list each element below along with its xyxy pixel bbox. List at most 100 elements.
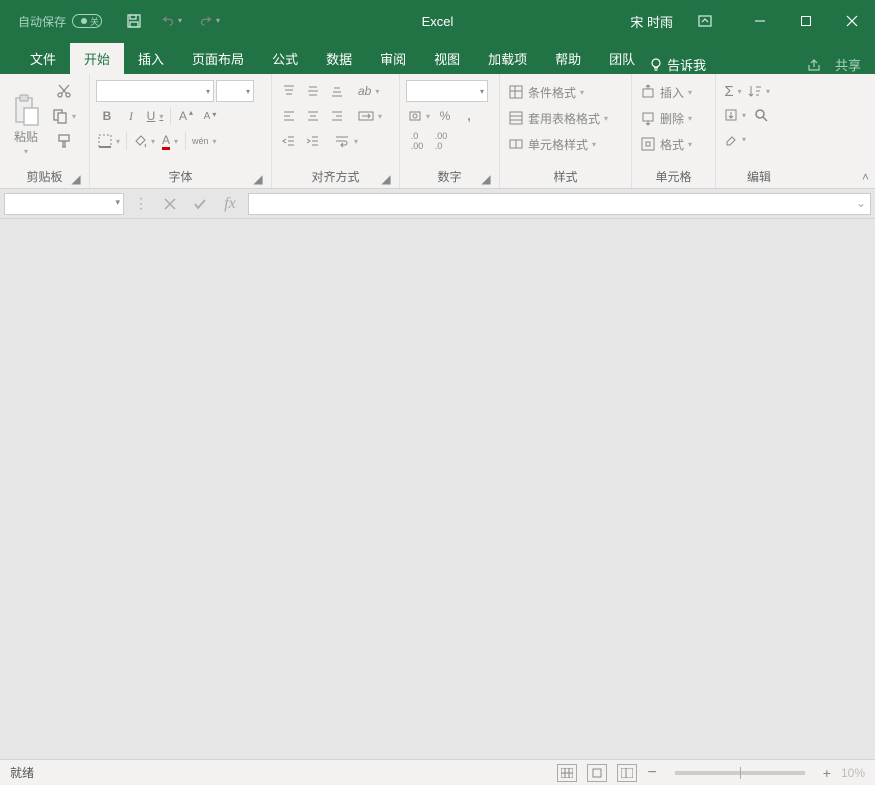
insert-function-button[interactable]: fx [218, 193, 242, 215]
decrease-indent-button[interactable] [278, 130, 300, 152]
page-layout-view-button[interactable] [587, 764, 607, 782]
cancel-formula-button[interactable] [158, 193, 182, 215]
group-alignment: ab 对齐方式◢ [272, 74, 400, 188]
tab-formulas[interactable]: 公式 [258, 43, 312, 74]
find-button[interactable] [750, 104, 772, 126]
tab-data[interactable]: 数据 [312, 43, 366, 74]
zoom-level[interactable]: 10% [841, 766, 865, 780]
zoom-slider[interactable] [675, 771, 805, 775]
italic-button[interactable]: I [120, 105, 142, 127]
border-button[interactable] [96, 130, 122, 152]
cell-styles-button[interactable]: 单元格样式 [506, 132, 598, 156]
collapse-ribbon-button[interactable]: ˄ [862, 170, 869, 184]
tab-insert[interactable]: 插入 [124, 43, 178, 74]
tab-addins[interactable]: 加载项 [474, 43, 541, 74]
autosave-toggle[interactable]: 自动保存 关 [18, 13, 102, 30]
zoom-in-button[interactable]: + [823, 765, 831, 781]
insert-cells-button[interactable]: 插入 [638, 80, 694, 104]
wrap-text-button[interactable] [332, 130, 360, 152]
autosum-button[interactable]: Σ [722, 80, 744, 102]
fill-icon [724, 108, 738, 122]
clipboard-launcher[interactable]: ◢ [69, 172, 83, 186]
redo-icon[interactable] [198, 9, 222, 31]
align-top-button[interactable] [278, 80, 300, 102]
tab-layout[interactable]: 页面布局 [178, 43, 258, 74]
conditional-format-button[interactable]: 条件格式 [506, 80, 586, 104]
zoom-out-button[interactable]: − [647, 764, 656, 782]
clipboard-label: 剪贴板◢ [6, 165, 83, 188]
outdent-icon [282, 134, 296, 148]
sort-filter-button[interactable] [746, 80, 772, 102]
enter-formula-button[interactable] [188, 193, 212, 215]
align-center-button[interactable] [302, 105, 324, 127]
align-bottom-icon [330, 84, 344, 98]
save-icon[interactable] [122, 9, 146, 33]
tab-home[interactable]: 开始 [70, 43, 124, 74]
minimize-button[interactable] [737, 0, 783, 42]
format-cells-button[interactable]: 格式 [638, 132, 694, 156]
align-right-button[interactable] [326, 105, 348, 127]
font-name-combo[interactable]: ▾ [96, 80, 214, 102]
font-size-combo[interactable]: ▾ [216, 80, 254, 102]
comma-button[interactable]: , [458, 105, 480, 127]
font-launcher[interactable]: ◢ [251, 172, 265, 186]
align-middle-button[interactable] [302, 80, 324, 102]
format-painter-button[interactable] [50, 130, 78, 152]
copy-icon [52, 108, 68, 124]
maximize-button[interactable] [783, 0, 829, 42]
tab-help[interactable]: 帮助 [541, 43, 595, 74]
normal-view-button[interactable] [557, 764, 577, 782]
worksheet-area[interactable] [0, 219, 875, 759]
window-controls [737, 0, 875, 42]
cond-format-icon [508, 84, 524, 100]
fill-button[interactable] [722, 104, 748, 126]
number-format-combo[interactable]: ▾ [406, 80, 488, 102]
table-format-button[interactable]: 套用表格格式 [506, 106, 610, 130]
autosave-switch[interactable]: 关 [72, 14, 102, 28]
increase-decimal-button[interactable]: .0.00 [406, 130, 428, 152]
shrink-font-button[interactable]: A▾ [199, 105, 221, 127]
ribbon-tabs: 文件 开始 插入 页面布局 公式 数据 审阅 视图 加载项 帮助 团队 告诉我 … [0, 42, 875, 74]
format-icon [640, 136, 656, 152]
merge-button[interactable] [356, 105, 384, 127]
ribbon-display-icon[interactable] [693, 9, 717, 33]
alignment-launcher[interactable]: ◢ [379, 172, 393, 186]
tab-team[interactable]: 团队 [595, 43, 649, 74]
accounting-button[interactable] [406, 105, 432, 127]
formula-bar-separator: ⋮ [130, 195, 152, 212]
app-title: Excel [422, 14, 454, 29]
styles-label: 样式 [506, 165, 625, 188]
share-button[interactable]: 共享 [807, 55, 875, 74]
number-launcher[interactable]: ◢ [479, 172, 493, 186]
cut-button[interactable] [50, 80, 78, 102]
page-break-view-button[interactable] [617, 764, 637, 782]
undo-icon[interactable] [160, 9, 184, 31]
decrease-decimal-button[interactable]: .00.0 [430, 130, 452, 152]
font-label: 字体◢ [96, 165, 265, 188]
formula-input[interactable] [248, 193, 871, 215]
tab-file[interactable]: 文件 [16, 43, 70, 74]
grow-font-button[interactable]: A▴ [175, 105, 197, 127]
user-name[interactable]: 宋 时雨 [630, 12, 673, 31]
align-left-button[interactable] [278, 105, 300, 127]
phonetic-button[interactable]: wén [190, 130, 219, 152]
paste-button[interactable]: 粘贴 ▾ [6, 80, 46, 156]
name-box[interactable]: ▾ [4, 193, 124, 215]
increase-indent-button[interactable] [302, 130, 324, 152]
orientation-button[interactable]: ab [356, 80, 381, 102]
fill-color-button[interactable] [131, 130, 157, 152]
tab-view[interactable]: 视图 [420, 43, 474, 74]
font-color-button[interactable]: A [159, 130, 181, 152]
percent-button[interactable]: % [434, 105, 456, 127]
underline-button[interactable]: U [144, 105, 166, 127]
delete-cells-button[interactable]: 删除 [638, 106, 694, 130]
merge-icon [358, 109, 374, 123]
copy-button[interactable] [50, 105, 78, 127]
clear-button[interactable] [722, 128, 748, 150]
align-bottom-button[interactable] [326, 80, 348, 102]
tab-review[interactable]: 审阅 [366, 43, 420, 74]
bold-button[interactable]: B [96, 105, 118, 127]
group-clipboard: 粘贴 ▾ 剪贴板◢ [0, 74, 90, 188]
tell-me[interactable]: 告诉我 [649, 55, 706, 74]
close-button[interactable] [829, 0, 875, 42]
